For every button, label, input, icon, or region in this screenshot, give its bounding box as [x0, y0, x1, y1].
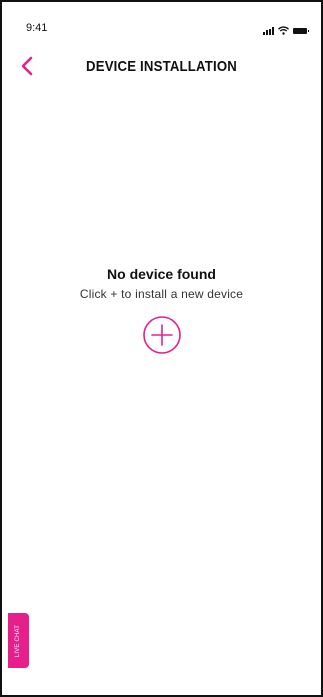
status-bar: 9:41 [2, 2, 321, 42]
add-device-button[interactable] [142, 315, 182, 355]
live-chat-label: LIVE CHAT [15, 624, 22, 657]
header: DEVICE INSTALLATION [2, 50, 321, 86]
device-installation-screen: 9:41 DEVICE INSTALLATION No device found… [0, 0, 323, 697]
empty-state-subtitle: Click + to install a new device [79, 287, 244, 301]
status-time: 9:41 [26, 22, 48, 34]
empty-state: No device found Click + to install a new… [2, 266, 321, 355]
battery-icon [293, 28, 309, 34]
page-title: DEVICE INSTALLATION [85, 58, 237, 75]
wifi-icon [278, 26, 289, 35]
live-chat-tab[interactable]: LIVE CHAT [8, 613, 29, 668]
signal-icon [263, 27, 274, 35]
status-icons [263, 26, 309, 35]
empty-state-title: No device found [107, 266, 216, 282]
plus-circle-icon [142, 316, 181, 354]
